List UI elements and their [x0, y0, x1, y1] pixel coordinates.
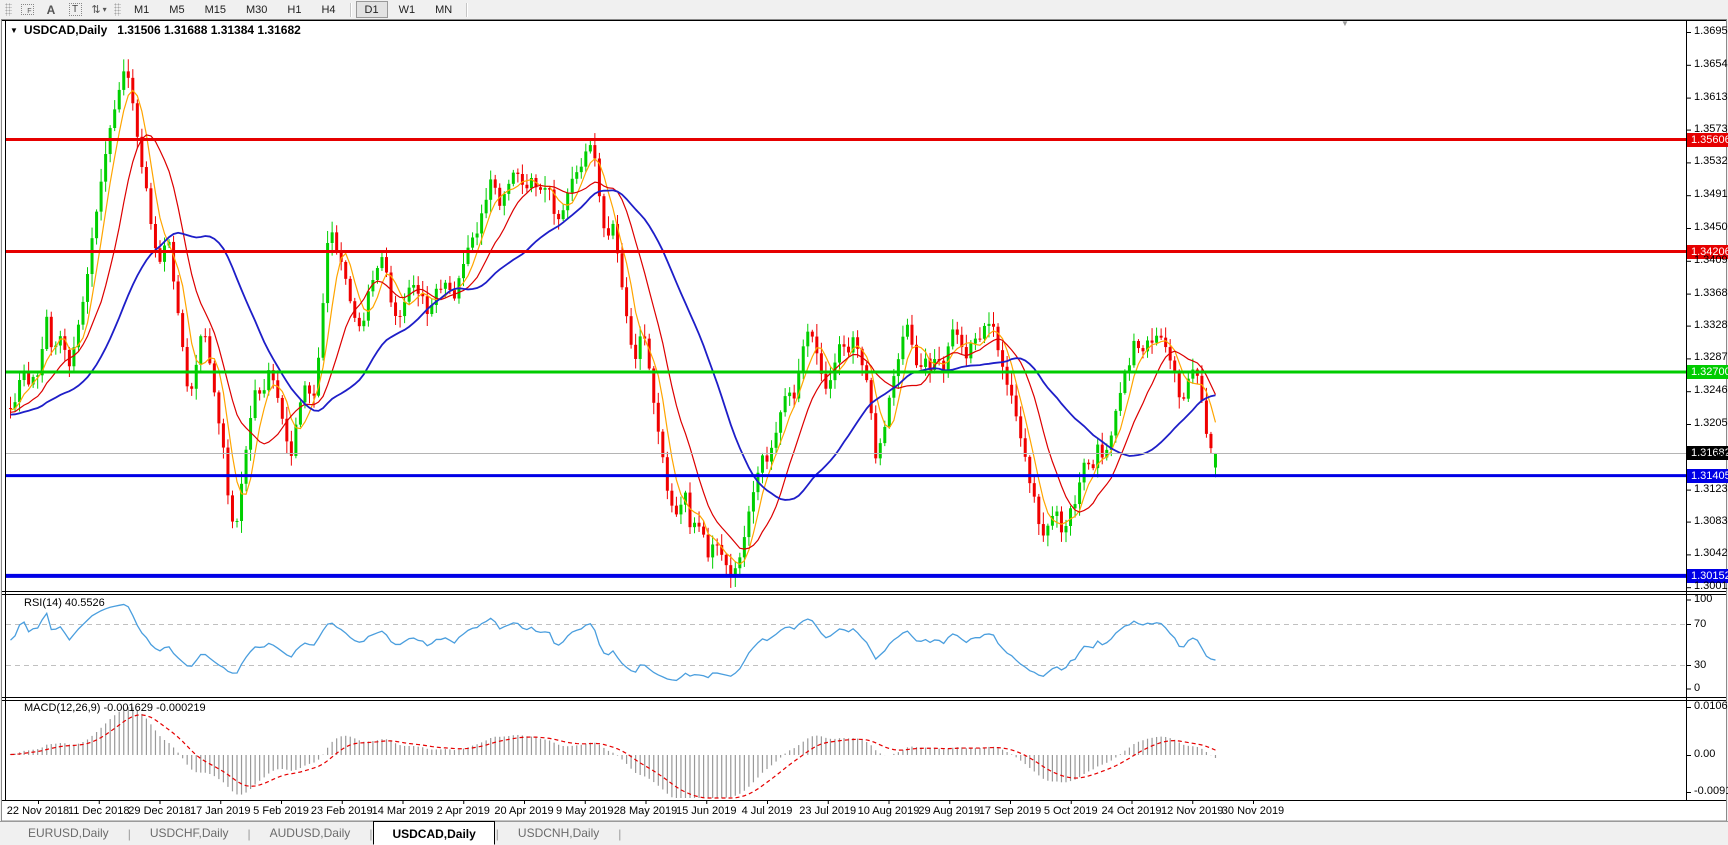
chart-collapse-icon[interactable]: ▼ — [10, 26, 18, 35]
tab-audusd-daily[interactable]: AUDUSD,Daily — [252, 822, 369, 845]
arrow-style-icon: ⇅ — [91, 4, 101, 16]
toolbar-grip[interactable] — [5, 3, 12, 16]
rsi-indicator-label: RSI(14) 40.5526 — [24, 597, 105, 609]
text-label-tool-button[interactable]: A — [40, 1, 62, 18]
tab-usdcad-daily[interactable]: USDCAD,Daily — [373, 821, 495, 845]
timeframe-d1[interactable]: D1 — [355, 1, 388, 18]
timeframe-h4[interactable]: H4 — [312, 1, 344, 18]
chart-ohlc-values: 1.31506 1.31688 1.31384 1.31682 — [117, 23, 301, 37]
timeframe-h1[interactable]: H1 — [278, 1, 310, 18]
chart-canvas[interactable] — [0, 0, 1728, 845]
scroll-marker-icon[interactable]: ▼ — [1341, 19, 1349, 28]
top-toolbar: F A T ⇅ ▾ M1 M5 M15 M30 H1 H4 D1 W1 MN — [0, 0, 1728, 19]
timeframe-mn[interactable]: MN — [426, 1, 461, 18]
timeframe-m15[interactable]: M15 — [196, 1, 235, 18]
time-axis[interactable] — [2, 801, 1686, 821]
chart-title: ▼ USDCAD,Daily 1.31506 1.31688 1.31384 1… — [10, 23, 301, 37]
timeframe-m5[interactable]: M5 — [160, 1, 193, 18]
fibo-grid-tool-button[interactable]: F — [16, 1, 38, 18]
price-axis[interactable] — [1687, 20, 1728, 800]
macd-indicator-label: MACD(12,26,9) -0.001629 -0.000219 — [24, 702, 206, 714]
tab-usdcnh-daily[interactable]: USDCNH,Daily — [500, 822, 617, 845]
timeframe-m1[interactable]: M1 — [125, 1, 158, 18]
chart-symbol-label: USDCAD,Daily — [23, 23, 108, 37]
toolbar-separator — [466, 2, 468, 17]
chart-tab-bar: EURUSD,Daily | USDCHF,Daily | AUDUSD,Daily | U… — [0, 821, 1728, 845]
timeframe-m30[interactable]: M30 — [237, 1, 276, 18]
timeframe-w1[interactable]: W1 — [390, 1, 425, 18]
timeframe-group: M1 M5 M15 M30 H1 H4 D1 W1 MN — [124, 1, 471, 18]
text-box-icon: T — [68, 3, 82, 16]
text-label-icon: A — [46, 2, 56, 17]
tab-usdchf-daily[interactable]: USDCHF,Daily — [132, 822, 247, 845]
terminal-screen: 1.35606 1.34206 1.32700 1.31405 1.30152 1.316… — [0, 0, 1728, 845]
fibo-grid-icon: F — [20, 4, 34, 15]
toolbar-separator — [349, 2, 351, 17]
arrow-style-tool-button[interactable]: ⇅ ▾ — [88, 1, 110, 18]
toolbar-group-grip[interactable] — [114, 3, 121, 16]
tab-separator: | — [618, 826, 622, 841]
tab-eurusd-daily[interactable]: EURUSD,Daily — [10, 822, 127, 845]
dropdown-caret-icon: ▾ — [102, 5, 107, 14]
text-tool-button[interactable]: T — [64, 1, 86, 18]
